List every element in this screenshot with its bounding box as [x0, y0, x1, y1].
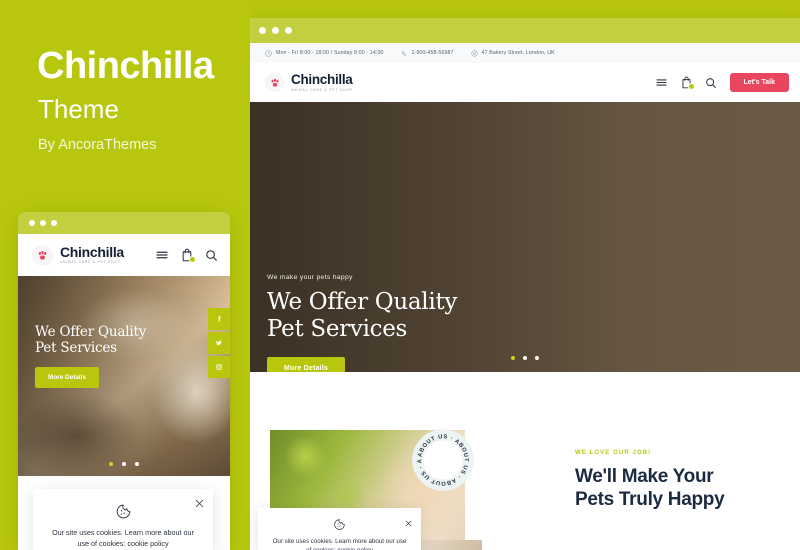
- cookie-icon: [33, 489, 213, 520]
- cart-count-badge: [189, 256, 196, 263]
- cart-count-badge: [687, 83, 695, 90]
- location-pin-icon: [471, 49, 478, 57]
- about-content: WE LOVE OUR JOB! We'll Make Your Pets Tr…: [575, 450, 725, 511]
- hero-content: We make your pets happy We Offer Quality…: [267, 274, 457, 372]
- opening-hours: Mon - Fri 8:00 - 18:00 / Sunday 8:00 - 1…: [265, 49, 384, 57]
- mobile-carousel-dot-1[interactable]: [109, 462, 113, 466]
- site-header: Chinchilla ANIMAL CARE & PET SHOP Let's …: [245, 63, 800, 102]
- facebook-icon[interactable]: [208, 308, 230, 330]
- phone-info: 1-800-458-56987: [401, 50, 454, 57]
- mobile-carousel-dot-3[interactable]: [135, 462, 139, 466]
- site-logo[interactable]: Chinchilla ANIMAL CARE & PET SHOP: [265, 73, 353, 92]
- window-dot-close[interactable]: [29, 220, 35, 226]
- hero-carousel-dots: [511, 356, 539, 360]
- about-title-line1: We'll Make Your: [575, 466, 714, 487]
- mobile-hero-title: We Offer Quality Pet Services: [35, 324, 146, 357]
- carousel-dot-3[interactable]: [535, 356, 539, 360]
- cookie-notice-desktop: Our site uses cookies. Learn more about …: [258, 508, 421, 550]
- carousel-dot-1[interactable]: [511, 356, 515, 360]
- phone-number-text[interactable]: 1-800-458-56987: [412, 50, 454, 56]
- carousel-dot-2[interactable]: [523, 356, 527, 360]
- about-us-circular-badge: ABOUT US · ABOUT US · ABOUT US · ABOUT U…: [408, 425, 478, 495]
- brand-name: Chinchilla: [291, 72, 353, 88]
- mobile-site-header: Chinchilla ANIMAL CARE & PET SHOP: [18, 234, 230, 276]
- mobile-hero-content: We Offer Quality Pet Services More Detai…: [35, 324, 146, 388]
- promo-title: Chinchilla: [37, 45, 214, 87]
- mobile-more-details-button[interactable]: More Details: [35, 366, 100, 388]
- cookie-line1: Our site uses cookies. Learn more about: [52, 528, 182, 537]
- desktop-window-titlebar: [245, 18, 800, 43]
- paw-icon: [265, 73, 284, 92]
- window-dot-maximize[interactable]: [285, 27, 292, 34]
- more-details-button[interactable]: More Details: [267, 357, 346, 372]
- window-dot-minimize[interactable]: [272, 27, 279, 34]
- paw-icon: [32, 244, 53, 266]
- window-dot-close[interactable]: [259, 27, 266, 34]
- mobile-carousel-dots: [109, 462, 139, 466]
- window-dot-minimize[interactable]: [40, 220, 46, 226]
- mobile-site-logo[interactable]: Chinchilla ANIMAL CARE & PET SHOP: [32, 244, 124, 266]
- mobile-brand-name: Chinchilla: [60, 244, 124, 261]
- top-info-bar: Mon - Fri 8:00 - 18:00 / Sunday 8:00 - 1…: [245, 43, 800, 63]
- header-actions: Let's Talk: [655, 73, 789, 92]
- mobile-hero-title-line2: Pet Services: [35, 340, 117, 357]
- hero-title-line2: Pet Services: [267, 316, 408, 343]
- hero-kicker: We make your pets happy: [267, 274, 353, 281]
- window-dot-maximize[interactable]: [51, 220, 57, 226]
- instagram-icon[interactable]: [208, 356, 230, 378]
- desktop-browser-mockup: Mon - Fri 8:00 - 18:00 / Sunday 8:00 - 1…: [245, 18, 800, 550]
- brand-tagline: ANIMAL CARE & PET SHOP: [291, 87, 353, 92]
- mobile-brand-tagline: ANIMAL CARE & PET SHOP: [60, 260, 121, 265]
- promo-author: By AncoraThemes: [38, 137, 157, 153]
- cookie-notice-mobile: Our site uses cookies. Learn more about …: [33, 489, 213, 550]
- social-sidebar: [208, 308, 230, 378]
- about-kicker: WE LOVE OUR JOB!: [575, 450, 652, 456]
- opening-hours-text: Mon - Fri 8:00 - 18:00 / Sunday 8:00 - 1…: [276, 50, 384, 56]
- lets-talk-button[interactable]: Let's Talk: [729, 73, 789, 92]
- address-info: 47 Bakery Street, London, UK: [471, 49, 555, 57]
- mobile-hero-title-line1: We Offer Quality: [35, 324, 147, 340]
- cookie-line1: Our site uses cookies. Learn more about: [272, 538, 385, 545]
- mobile-header-actions: [155, 248, 218, 263]
- mobile-window-titlebar: [18, 212, 230, 234]
- about-title-line2: Pets Truly Happy: [575, 489, 725, 511]
- close-icon[interactable]: [195, 496, 204, 512]
- hamburger-menu-icon[interactable]: [155, 248, 169, 262]
- hero-slider: We make your pets happy We Offer Quality…: [245, 102, 800, 372]
- close-icon[interactable]: [405, 515, 412, 531]
- promo-subtitle: Theme: [38, 94, 119, 124]
- mobile-hero-slider: We Offer Quality Pet Services More Detai…: [18, 276, 230, 476]
- about-title: We'll Make Your Pets Truly Happy: [575, 465, 725, 511]
- hero-title: We Offer Quality Pet Services: [267, 289, 457, 343]
- search-icon[interactable]: [205, 249, 218, 262]
- cookie-text-mobile: Our site uses cookies. Learn more about …: [33, 520, 213, 550]
- address-text: 47 Bakery Street, London, UK: [481, 50, 555, 56]
- search-icon[interactable]: [705, 77, 717, 89]
- shopping-cart-icon[interactable]: [181, 248, 196, 263]
- shopping-cart-icon[interactable]: [681, 76, 695, 90]
- twitter-icon[interactable]: [208, 332, 230, 354]
- cookie-text-desktop: Our site uses cookies. Learn more about …: [258, 531, 421, 550]
- hamburger-menu-icon[interactable]: [655, 76, 668, 89]
- phone-icon: [401, 50, 406, 56]
- mobile-carousel-dot-2[interactable]: [122, 462, 126, 466]
- cookie-icon: [258, 508, 421, 531]
- hero-title-line1: We Offer Quality: [267, 289, 458, 315]
- clock-icon: [265, 49, 272, 57]
